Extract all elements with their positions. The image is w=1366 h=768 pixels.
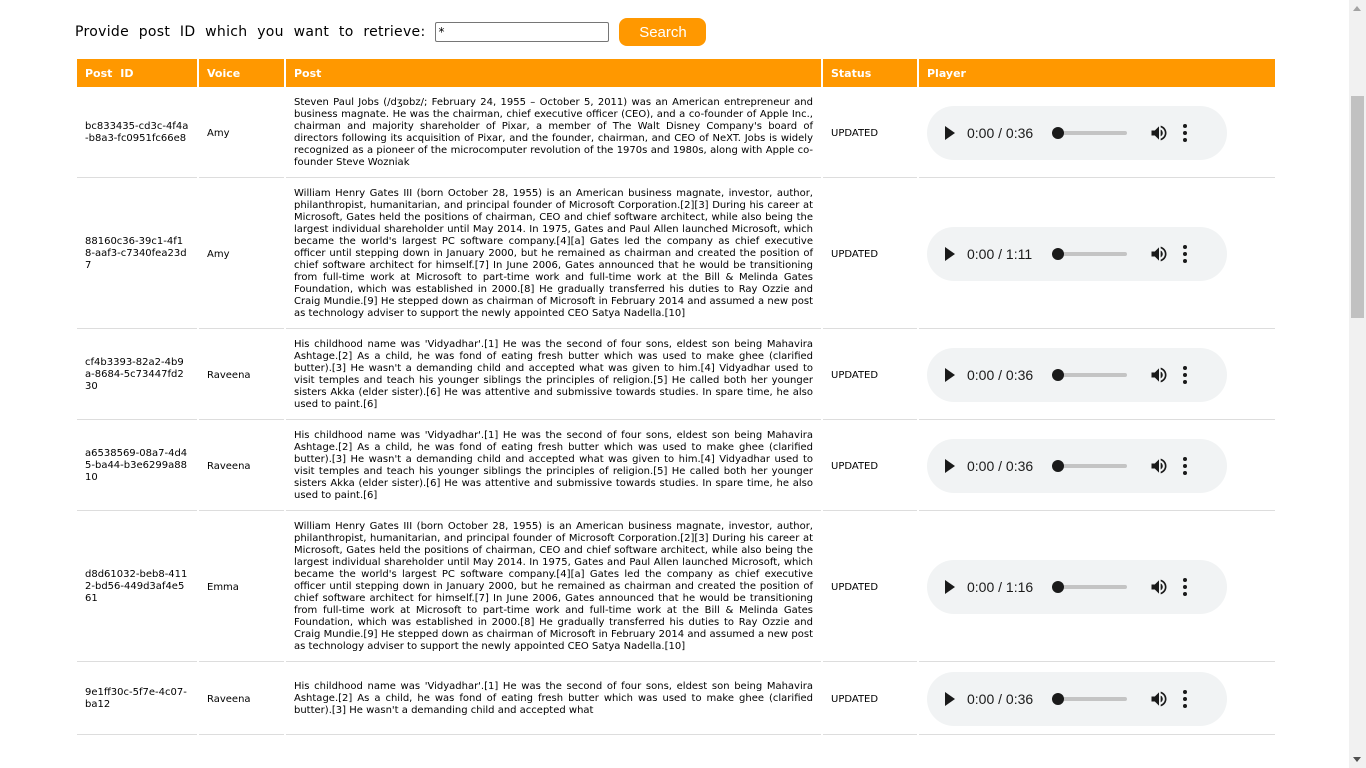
voice-cell: Raveena [199, 422, 284, 511]
table-row: bc833435-cd3c-4f4a-b8a3-fc0951fc66e8 Amy… [77, 89, 1275, 178]
header-voice: Voice [199, 59, 284, 87]
post-text-cell: His childhood name was 'Vidyadhar'.[1] H… [286, 664, 821, 735]
post-text-cell: His childhood name was 'Vidyadhar'.[1] H… [286, 422, 821, 511]
posts-table: Post ID Voice Post Status Player bc83343… [75, 57, 1277, 737]
player-cell: 0:00 / 0:36 [919, 89, 1275, 178]
post-text-cell: Steven Paul Jobs (/dʒɒbz/; February 24, … [286, 89, 821, 178]
post-id-cell: a6538569-08a7-4d45-ba44-b3e6299a8810 [77, 422, 197, 511]
status-cell: UPDATED [823, 664, 917, 735]
status-cell: UPDATED [823, 89, 917, 178]
play-icon[interactable] [945, 580, 955, 594]
play-icon[interactable] [945, 368, 955, 382]
search-bar: Provide post ID which you want to retrie… [75, 18, 707, 46]
voice-cell: Raveena [199, 331, 284, 420]
volume-icon[interactable] [1149, 123, 1169, 143]
volume-icon[interactable] [1149, 365, 1169, 385]
post-id-cell: 9e1ff30c-5f7e-4c07-ba12 [77, 664, 197, 735]
more-options-icon[interactable] [1183, 457, 1187, 475]
post-id-cell: bc833435-cd3c-4f4a-b8a3-fc0951fc66e8 [77, 89, 197, 178]
status-cell: UPDATED [823, 422, 917, 511]
table-header-row: Post ID Voice Post Status Player [77, 59, 1275, 87]
audio-player: 0:00 / 0:36 [927, 348, 1227, 402]
audio-player: 0:00 / 0:36 [927, 439, 1227, 493]
play-icon[interactable] [945, 126, 955, 140]
player-cell: 0:00 / 0:36 [919, 664, 1275, 735]
audio-time: 0:00 / 0:36 [967, 125, 1034, 141]
seek-knob[interactable] [1052, 693, 1064, 705]
search-label: Provide post ID which you want to retrie… [75, 24, 426, 40]
audio-time: 0:00 / 0:36 [967, 458, 1034, 474]
seek-knob[interactable] [1052, 460, 1064, 472]
audio-player: 0:00 / 0:36 [927, 672, 1227, 726]
voice-cell: Emma [199, 513, 284, 662]
header-status: Status [823, 59, 917, 87]
post-text-cell: William Henry Gates III (born October 28… [286, 513, 821, 662]
table-row: cf4b3393-82a2-4b9a-8684-5c73447fd230 Rav… [77, 331, 1275, 420]
post-id-cell: cf4b3393-82a2-4b9a-8684-5c73447fd230 [77, 331, 197, 420]
scroll-up-arrow-icon[interactable] [1353, 6, 1361, 11]
audio-time: 0:00 / 0:36 [967, 691, 1034, 707]
header-player: Player [919, 59, 1275, 87]
seek-knob[interactable] [1052, 248, 1064, 260]
table-row: 9e1ff30c-5f7e-4c07-ba12 Raveena His chil… [77, 664, 1275, 735]
table-row: 88160c36-39c1-4f18-aaf3-c7340fea23d7 Amy… [77, 180, 1275, 329]
volume-icon[interactable] [1149, 577, 1169, 597]
voice-cell: Raveena [199, 664, 284, 735]
volume-icon[interactable] [1149, 456, 1169, 476]
play-icon[interactable] [945, 692, 955, 706]
post-id-cell: d8d61032-beb8-4112-bd56-449d3af4e561 [77, 513, 197, 662]
audio-player: 0:00 / 0:36 [927, 106, 1227, 160]
voice-cell: Amy [199, 89, 284, 178]
play-icon[interactable] [945, 247, 955, 261]
post-text-cell: William Henry Gates III (born October 28… [286, 180, 821, 329]
more-options-icon[interactable] [1183, 124, 1187, 142]
volume-icon[interactable] [1149, 689, 1169, 709]
seek-slider[interactable] [1052, 248, 1127, 260]
player-cell: 0:00 / 1:16 [919, 513, 1275, 662]
status-cell: UPDATED [823, 331, 917, 420]
table-row: d8d61032-beb8-4112-bd56-449d3af4e561 Emm… [77, 513, 1275, 662]
table-row: a6538569-08a7-4d45-ba44-b3e6299a8810 Rav… [77, 422, 1275, 511]
seek-slider[interactable] [1052, 581, 1127, 593]
scrollbar-thumb[interactable] [1351, 96, 1364, 318]
audio-time: 0:00 / 1:16 [967, 579, 1034, 595]
audio-player: 0:00 / 1:16 [927, 560, 1227, 614]
header-post-id: Post ID [77, 59, 197, 87]
seek-knob[interactable] [1052, 369, 1064, 381]
seek-slider[interactable] [1052, 693, 1127, 705]
more-options-icon[interactable] [1183, 690, 1187, 708]
player-cell: 0:00 / 0:36 [919, 331, 1275, 420]
audio-time: 0:00 / 1:11 [967, 246, 1033, 262]
status-cell: UPDATED [823, 180, 917, 329]
post-text-cell: His childhood name was 'Vidyadhar'.[1] H… [286, 331, 821, 420]
player-cell: 0:00 / 0:36 [919, 422, 1275, 511]
vertical-scrollbar[interactable] [1349, 0, 1366, 768]
status-cell: UPDATED [823, 513, 917, 662]
post-id-input[interactable] [435, 22, 610, 42]
seek-knob[interactable] [1052, 127, 1064, 139]
play-icon[interactable] [945, 459, 955, 473]
search-button[interactable]: Search [619, 18, 707, 46]
seek-knob[interactable] [1052, 581, 1064, 593]
page: Provide post ID which you want to retrie… [0, 0, 1349, 768]
volume-icon[interactable] [1149, 244, 1169, 264]
more-options-icon[interactable] [1183, 245, 1187, 263]
seek-slider[interactable] [1052, 460, 1127, 472]
more-options-icon[interactable] [1183, 366, 1187, 384]
voice-cell: Amy [199, 180, 284, 329]
audio-player: 0:00 / 1:11 [927, 227, 1227, 281]
more-options-icon[interactable] [1183, 578, 1187, 596]
scroll-down-arrow-icon[interactable] [1353, 757, 1361, 762]
player-cell: 0:00 / 1:11 [919, 180, 1275, 329]
seek-slider[interactable] [1052, 369, 1127, 381]
audio-time: 0:00 / 0:36 [967, 367, 1034, 383]
post-id-cell: 88160c36-39c1-4f18-aaf3-c7340fea23d7 [77, 180, 197, 329]
header-post: Post [286, 59, 821, 87]
seek-slider[interactable] [1052, 127, 1127, 139]
